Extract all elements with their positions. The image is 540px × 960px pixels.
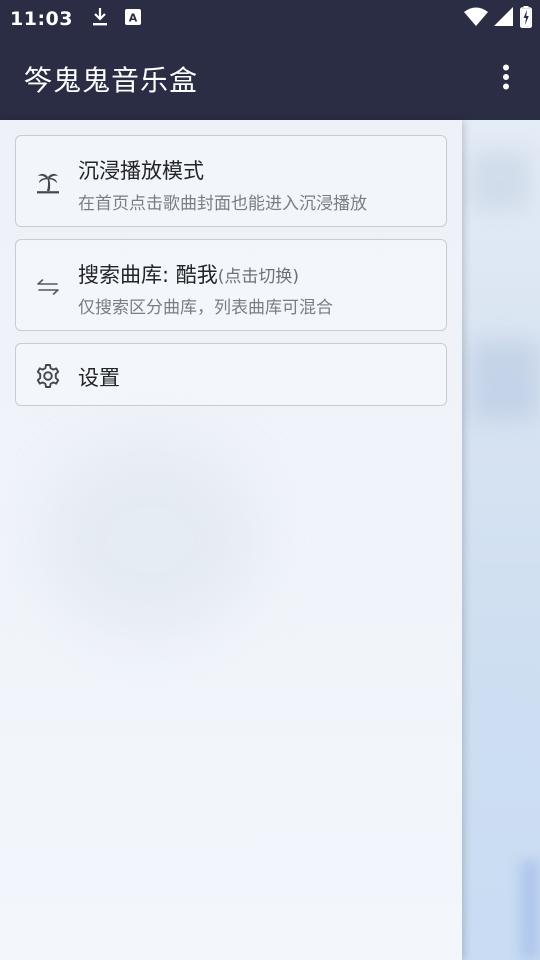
battery-charging-icon [520, 5, 532, 32]
scrim-background-content[interactable] [462, 120, 540, 960]
search-library-item[interactable]: 搜索曲库: 酷我(点击切换) 仅搜索区分曲库，列表曲库可混合 [15, 239, 447, 331]
cellular-signal-icon [494, 6, 514, 31]
app-bar: 笒鬼鬼音乐盒 [0, 37, 540, 120]
download-icon [91, 7, 109, 31]
status-time: 11:03 [10, 7, 73, 30]
navigation-drawer: 沉浸播放模式 在首页点击歌曲封面也能进入沉浸播放 搜索曲库: 酷我(点击切换) … [0, 120, 462, 960]
palm-tree-icon [34, 169, 62, 197]
settings-item[interactable]: 设置 [15, 343, 447, 406]
immersive-mode-title: 沉浸播放模式 [78, 159, 204, 183]
background-blur-shape [470, 340, 540, 420]
background-blur-shape [470, 150, 530, 210]
switch-hint: (点击切换) [217, 267, 300, 287]
settings-title: 设置 [78, 366, 120, 390]
search-library-title: 搜索曲库: 酷我(点击切换) [78, 259, 299, 289]
search-library-subtitle: 仅搜索区分曲库，列表曲库可混合 [78, 298, 333, 318]
more-vertical-icon [502, 64, 510, 94]
svg-text:A: A [129, 11, 138, 24]
app-title: 笒鬼鬼音乐盒 [24, 64, 199, 97]
status-system-icons [464, 0, 532, 37]
gear-icon [34, 362, 62, 390]
drawer-background-blur [40, 440, 260, 640]
immersive-mode-item[interactable]: 沉浸播放模式 在首页点击歌曲封面也能进入沉浸播放 [15, 135, 447, 227]
text-box-icon: A [124, 8, 141, 29]
swap-arrows-icon [34, 273, 62, 301]
more-options-button[interactable] [486, 59, 526, 99]
search-library-label: 搜索曲库: 酷我 [78, 263, 218, 287]
status-notification-icons: A [91, 7, 141, 31]
background-blur-shape [520, 860, 540, 960]
immersive-mode-subtitle: 在首页点击歌曲封面也能进入沉浸播放 [78, 194, 367, 214]
wifi-icon [464, 7, 488, 31]
status-bar: 11:03 A [0, 0, 540, 37]
